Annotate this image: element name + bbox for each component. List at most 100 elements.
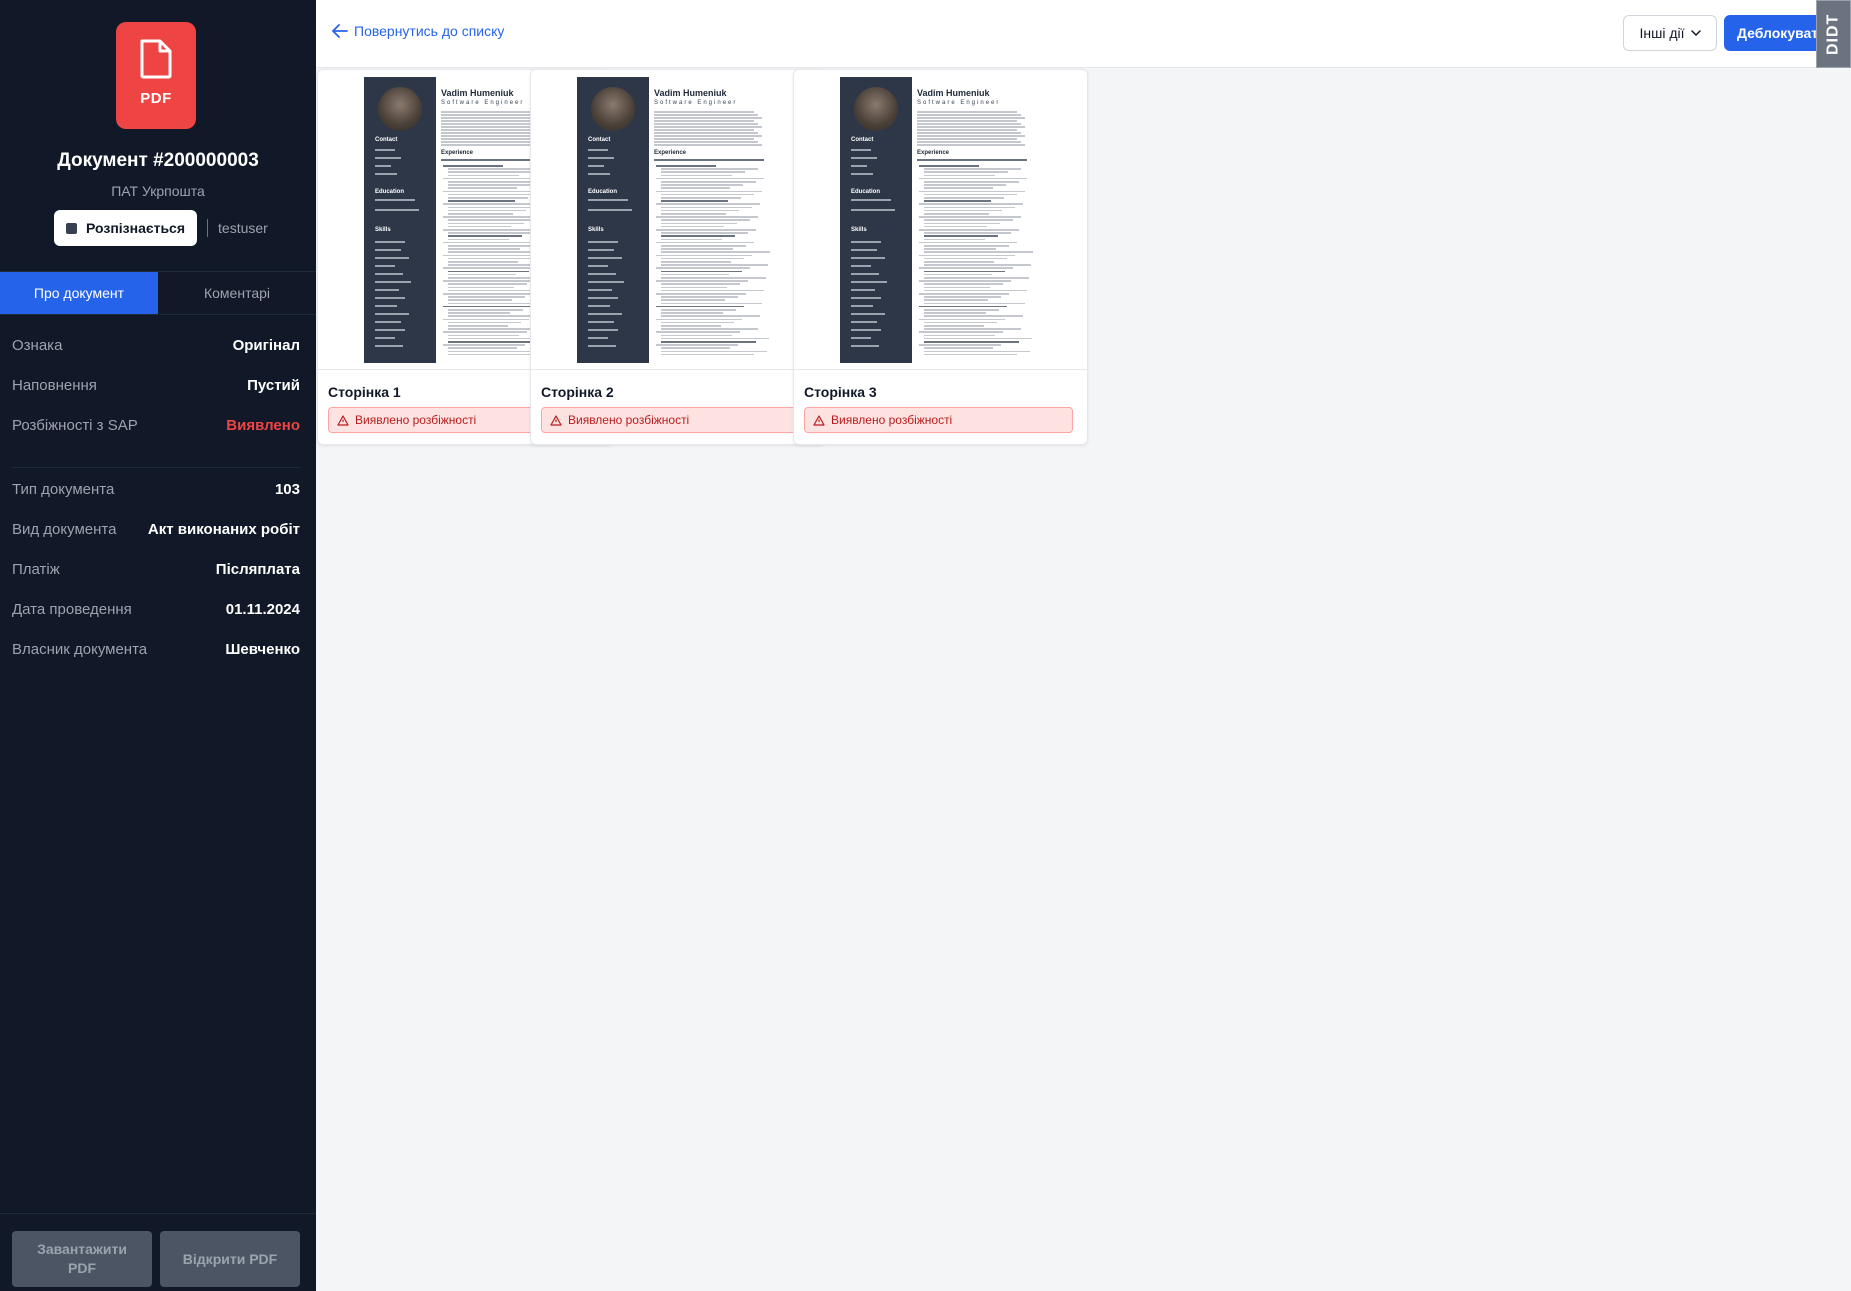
resume-photo: [854, 87, 898, 131]
resume-line: [917, 129, 1017, 131]
resume-line: [588, 313, 622, 315]
sidebar: PDF Документ #200000003 ПАТ Укрпошта Роз…: [0, 0, 316, 1291]
resume-line: [924, 277, 1029, 279]
resume-name: Vadim Humeniuk: [917, 88, 990, 98]
resume-name: Vadim Humeniuk: [441, 88, 514, 98]
resume-line: [661, 353, 754, 356]
back-to-list-link[interactable]: Повернутись до списку: [332, 23, 504, 39]
resume-line: [917, 138, 1017, 140]
resume-line: [443, 318, 529, 321]
resume-line: [661, 277, 766, 279]
resume-line: [448, 312, 510, 314]
resume-line: [448, 325, 508, 327]
resume-section-skills: Skills: [375, 227, 391, 233]
resume-line: [919, 216, 1021, 218]
resume-line: [661, 213, 726, 215]
resume-line: [661, 325, 721, 327]
pdf-file-icon: PDF: [116, 22, 196, 129]
stop-icon: [66, 222, 77, 234]
info-label: Платіж: [12, 560, 60, 578]
resume-line: [656, 241, 754, 244]
resume-photo: [591, 87, 635, 131]
tab-comments[interactable]: Коментарі: [158, 272, 316, 314]
resume-line: [448, 273, 516, 276]
tab-about-document[interactable]: Про документ: [0, 272, 158, 314]
resume-line: [448, 200, 515, 202]
resume-line: [375, 305, 397, 307]
resume-line: [656, 203, 760, 205]
resume-line: [924, 286, 990, 289]
info-value: Оригінал: [232, 336, 300, 354]
resume-line: [924, 245, 1009, 247]
resume-line: [448, 341, 543, 343]
resume-line: [588, 281, 624, 283]
info-row: Власник документа Шевченко: [12, 629, 300, 669]
resume-section-experience: Experience: [441, 150, 474, 156]
resume-role: Software Engineer: [441, 100, 525, 106]
resume-section-education: Education: [851, 189, 881, 195]
other-actions-dropdown[interactable]: Інші дії: [1623, 15, 1717, 51]
resume-line: [851, 157, 877, 159]
warning-icon: [550, 414, 562, 426]
status-button[interactable]: Розпізнається: [54, 210, 198, 246]
resume-line: [656, 216, 758, 218]
info-row: Розбіжності з SAP Виявлено: [12, 405, 300, 445]
resume-line: [919, 267, 1013, 269]
resume-line: [448, 270, 529, 273]
resume-line: [917, 120, 1017, 122]
resume-line: [375, 289, 399, 291]
open-pdf-button[interactable]: Відкрити PDF: [160, 1231, 300, 1287]
resume-line: [851, 209, 895, 211]
info-label: Ознака: [12, 336, 63, 354]
resume-line: [851, 149, 871, 151]
resume-line: [661, 264, 768, 266]
resume-line: [851, 257, 885, 259]
resume-line: [448, 321, 521, 324]
resume-line: [924, 238, 985, 241]
resume-line: [661, 168, 758, 170]
resume-line: [448, 353, 541, 356]
resume-line: [661, 209, 739, 212]
resume-line: [588, 305, 610, 307]
resume-line: [924, 283, 1003, 285]
download-pdf-button[interactable]: Завантажити PDF: [12, 1231, 152, 1287]
resume-line: [851, 337, 871, 339]
resume-line: [661, 193, 754, 196]
resume-line: [654, 129, 754, 131]
info-label: Вид документа: [12, 520, 117, 538]
resume-line: [924, 187, 993, 189]
warning-text: Виявлено розбіжності: [355, 413, 477, 427]
resume-section-experience: Experience: [654, 150, 687, 156]
info-value: Пустий: [247, 376, 300, 394]
status-row: Розпізнається testuser: [54, 210, 268, 246]
resume-line: [588, 209, 632, 211]
info-value: Акт виконаних робіт: [147, 520, 300, 538]
resume-line: [919, 344, 1001, 346]
resume-line: [851, 165, 867, 167]
page-label: Сторінка 2: [541, 384, 614, 400]
resume-line: [924, 334, 995, 337]
resume-line: [851, 281, 887, 283]
page-card[interactable]: Vadim Humeniuk Software Engineer Contact Ed…: [793, 69, 1088, 445]
resume-line: [919, 241, 1017, 244]
resume-line: [924, 347, 993, 349]
resume-line: [919, 203, 1023, 205]
resume-photo: [378, 87, 422, 131]
resume-line: [656, 190, 762, 193]
sidebar-footer: Завантажити PDF Відкрити PDF: [0, 1213, 316, 1291]
resume-line: [588, 173, 610, 175]
resume-line: [924, 309, 999, 311]
resume-line: [924, 312, 986, 314]
resume-line: [919, 318, 1005, 321]
info-label: Розбіжності з SAP: [12, 416, 138, 434]
resume-line: [448, 187, 517, 189]
resume-line: [656, 165, 716, 167]
resume-line: [661, 232, 748, 234]
resume-preview: Vadim Humeniuk Software Engineer Contact Ed…: [577, 77, 773, 363]
page-card[interactable]: Vadim Humeniuk Software Engineer Contact Ed…: [530, 69, 825, 445]
resume-line: [448, 283, 527, 285]
resume-line: [654, 132, 758, 134]
resume-line: [924, 337, 1032, 340]
status-label: Розпізнається: [86, 220, 186, 236]
chevron-down-icon: [1690, 30, 1701, 36]
